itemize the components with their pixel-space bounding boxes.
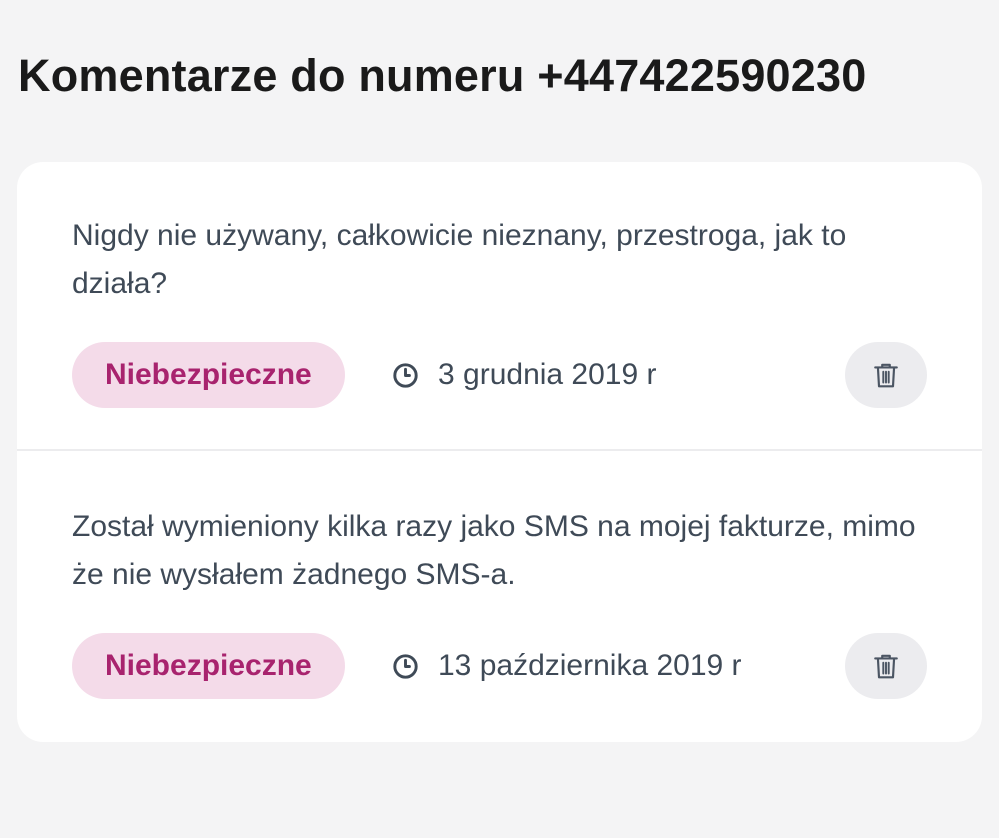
comment-item: Został wymieniony kilka razy jako SMS na… [17, 453, 982, 742]
comments-card: Nigdy nie używany, całkowicie nieznany, … [17, 162, 982, 742]
danger-badge: Niebezpieczne [72, 342, 345, 408]
delete-button[interactable] [845, 342, 927, 408]
comment-meta: Niebezpieczne 3 grudnia 2019 r [72, 342, 927, 408]
delete-button[interactable] [845, 633, 927, 699]
danger-badge: Niebezpieczne [72, 633, 345, 699]
comment-text: Nigdy nie używany, całkowicie nieznany, … [72, 219, 847, 300]
comment-text: Został wymieniony kilka razy jako SMS na… [72, 510, 916, 591]
date-text: 13 października 2019 r [438, 649, 742, 682]
comment-date: 3 grudnia 2019 r [392, 342, 657, 408]
trash-icon [874, 654, 898, 679]
clock-icon [393, 653, 418, 679]
clock-icon [393, 362, 418, 388]
comment-item: Nigdy nie używany, całkowicie nieznany, … [17, 162, 982, 451]
comment-meta: Niebezpieczne 13 października 2019 r [72, 633, 927, 699]
date-text: 3 grudnia 2019 r [438, 358, 657, 391]
page-title: Komentarze do numeru +447422590230 [18, 50, 867, 101]
comment-date: 13 października 2019 r [392, 633, 742, 699]
trash-icon [874, 363, 898, 388]
